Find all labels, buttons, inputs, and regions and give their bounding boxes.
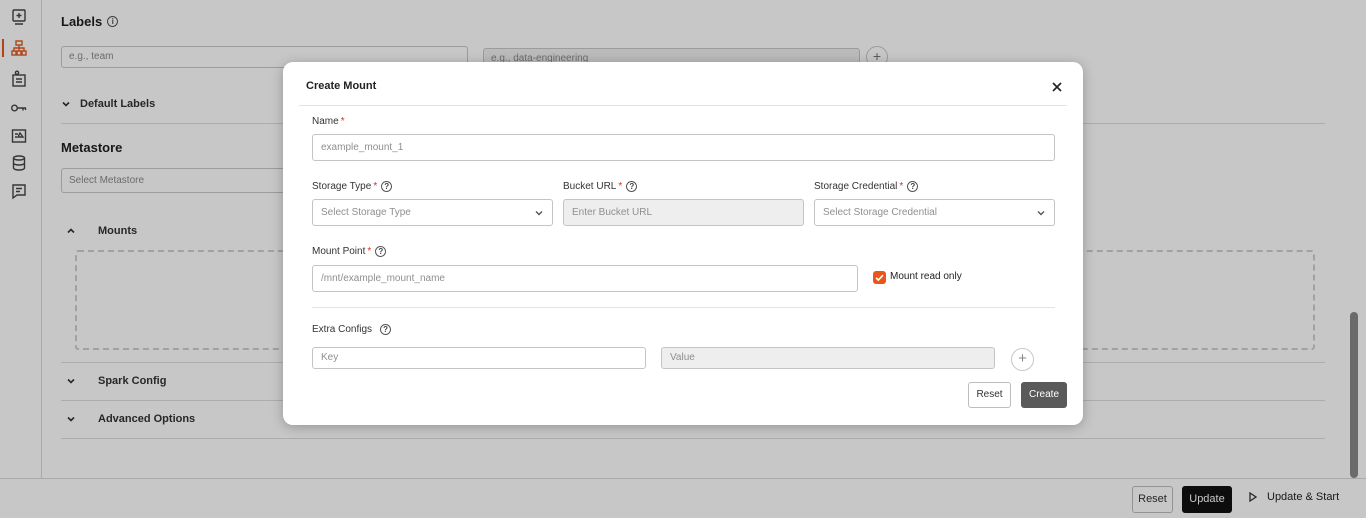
create-button[interactable]: Create: [1021, 382, 1067, 408]
storage-credential-label: Storage Credential * ?: [814, 181, 919, 192]
create-mount-dialog: Create Mount Name * example_mount_1 Stora…: [283, 62, 1083, 425]
chevron-down-icon: [1037, 211, 1045, 216]
name-input[interactable]: example_mount_1: [312, 134, 1055, 161]
help-icon[interactable]: ?: [375, 246, 387, 257]
extra-configs-label: Extra Configs ?: [312, 324, 392, 335]
divider: [299, 105, 1067, 106]
mount-point-label: Mount Point * ?: [312, 246, 387, 257]
help-icon[interactable]: ?: [380, 324, 392, 335]
storage-type-label: Storage Type * ?: [312, 181, 393, 192]
check-icon: [875, 274, 884, 282]
reset-button[interactable]: Reset: [968, 382, 1011, 408]
bucket-url-label: Bucket URL * ?: [563, 181, 638, 192]
close-icon[interactable]: [1050, 80, 1064, 94]
help-icon[interactable]: ?: [626, 181, 638, 192]
add-config-button[interactable]: +: [1011, 348, 1034, 371]
modal-title: Create Mount: [306, 80, 377, 92]
help-icon[interactable]: ?: [381, 181, 393, 192]
help-icon[interactable]: ?: [907, 181, 919, 192]
config-value-input[interactable]: Value: [661, 347, 995, 369]
storage-type-select[interactable]: Select Storage Type: [312, 199, 553, 226]
storage-credential-select[interactable]: Select Storage Credential: [814, 199, 1055, 226]
chevron-down-icon: [535, 211, 543, 216]
mount-read-only-label: Mount read only: [890, 271, 962, 282]
config-key-input[interactable]: Key: [312, 347, 646, 369]
name-label: Name *: [312, 116, 345, 127]
mount-point-input[interactable]: /mnt/example_mount_name: [312, 265, 858, 292]
bucket-url-input[interactable]: Enter Bucket URL: [563, 199, 804, 226]
divider: [312, 307, 1055, 308]
mount-read-only-checkbox[interactable]: [873, 271, 886, 284]
